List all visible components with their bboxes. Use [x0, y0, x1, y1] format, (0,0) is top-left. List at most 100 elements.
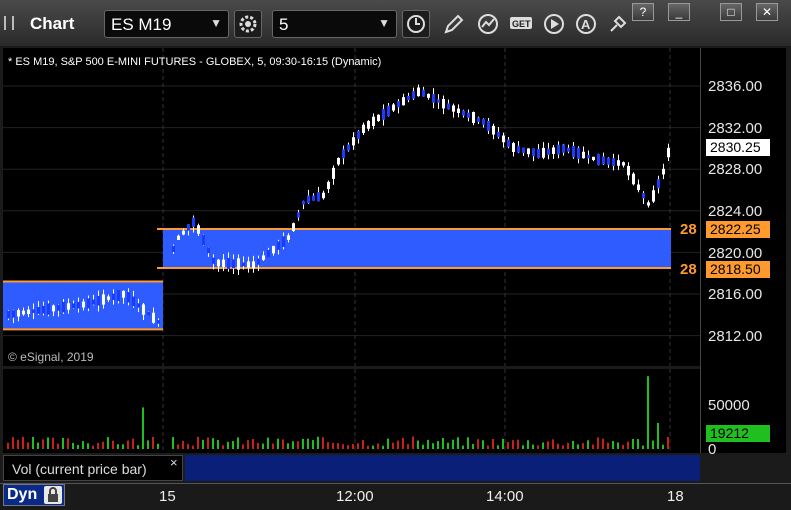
volume-bar: [42, 439, 44, 449]
price-chart-panel[interactable]: [3, 48, 700, 366]
volume-bar: [592, 444, 594, 449]
volume-bar: [122, 444, 124, 449]
study-button[interactable]: [474, 10, 502, 38]
candle-body: [637, 184, 640, 191]
candle-body: [607, 157, 610, 165]
candle-body: [247, 261, 250, 268]
candle-body: [562, 144, 565, 153]
play-button[interactable]: [540, 10, 568, 38]
close-study-icon[interactable]: ×: [170, 455, 178, 470]
volume-bar: [297, 441, 299, 449]
volume-bar: [412, 436, 414, 449]
volume-bar: [287, 443, 289, 449]
candle-body: [322, 192, 325, 199]
candle-body: [612, 158, 615, 166]
lower-level-tag: 2818.50: [706, 261, 770, 278]
volume-bar: [332, 442, 334, 449]
volume-bar: [532, 444, 534, 449]
price-tick: 2824.00: [708, 203, 763, 220]
candle-body: [567, 147, 570, 152]
volume-bar: [377, 443, 379, 449]
volume-bar: [52, 437, 54, 449]
volume-bar: [302, 438, 304, 449]
candle-body: [67, 303, 70, 310]
volume-bar: [262, 443, 264, 449]
time-tick: 18: [667, 488, 684, 505]
volume-bar: [72, 442, 74, 449]
candle-body: [12, 310, 15, 318]
candle-body: [642, 193, 645, 199]
volume-bar: [187, 444, 189, 449]
lower-level-label: 28: [680, 261, 697, 278]
candle-body: [387, 105, 390, 117]
candle-body: [357, 131, 360, 140]
volume-bar: [617, 442, 619, 449]
maximize-button[interactable]: □: [720, 3, 742, 21]
close-button[interactable]: ✕: [756, 3, 778, 21]
candle-body: [627, 165, 630, 176]
symbol-value: ES M19: [111, 15, 172, 34]
clock-button[interactable]: [402, 10, 430, 38]
candle-body: [492, 125, 495, 135]
symbol-select[interactable]: ES M19 ▼: [104, 10, 229, 38]
volume-bar: [562, 445, 564, 449]
pencil-icon: [444, 14, 464, 34]
candle-body: [47, 303, 50, 315]
candle-body: [327, 181, 330, 190]
draw-button[interactable]: [440, 10, 468, 38]
upper-level-tag: 2822.25: [706, 221, 770, 238]
candle-body: [212, 257, 215, 264]
link-icon: [610, 15, 627, 32]
candle-body: [437, 99, 440, 103]
volume-bar: [432, 443, 434, 449]
volume-bar: [32, 436, 34, 449]
clock-icon: [407, 15, 425, 33]
volume-bar: [77, 444, 79, 449]
candle-body: [582, 151, 585, 159]
volume-bar: [347, 445, 349, 449]
lock-button[interactable]: [44, 486, 62, 504]
volume-bar: [497, 445, 499, 449]
candle-body: [532, 148, 535, 157]
candle-body: [367, 120, 370, 129]
candle-body: [422, 89, 425, 97]
volume-bar: [342, 444, 344, 449]
get-button[interactable]: GET: [506, 10, 534, 38]
lock-icon: [48, 487, 58, 502]
alert-button[interactable]: A: [572, 10, 600, 38]
candle-body: [297, 212, 300, 218]
get-icon: GET: [510, 17, 532, 29]
candle-body: [157, 320, 160, 324]
volume-bar: [652, 440, 654, 449]
minimize-button[interactable]: _: [668, 3, 690, 21]
volume-bar: [232, 441, 234, 449]
volume-bar: [402, 437, 404, 449]
volume-bar: [112, 440, 114, 449]
volume-bar: [427, 439, 429, 449]
last-price-tag: 2830.25: [706, 139, 770, 156]
volume-bar: [382, 445, 384, 449]
candle-body: [467, 112, 470, 118]
candle-body: [537, 148, 540, 158]
volume-panel[interactable]: [3, 369, 700, 453]
candle-body: [617, 160, 620, 166]
volume-study-label[interactable]: Vol (current price bar): [3, 455, 183, 481]
volume-bar: [567, 442, 569, 449]
time-axis[interactable]: 15 12:00 14:00 18: [0, 483, 791, 510]
volume-bar: [447, 442, 449, 449]
symbol-description: * ES M19, S&P 500 E-MINI FUTURES - GLOBE…: [8, 56, 382, 68]
price-tick: 2816.00: [708, 286, 763, 303]
volume-bar: [647, 376, 649, 449]
price-chart-svg: [3, 48, 700, 366]
interval-select[interactable]: 5 ▼: [272, 10, 397, 38]
candle-body: [42, 305, 45, 314]
volume-bar: [607, 442, 609, 449]
link-button[interactable]: [604, 10, 632, 38]
candle-body: [512, 143, 515, 152]
help-button[interactable]: ?: [632, 3, 654, 21]
volume-bar: [422, 444, 424, 449]
gear-button[interactable]: [234, 10, 262, 38]
volume-bar: [57, 443, 59, 449]
volume-current-tag: 19212: [706, 425, 770, 442]
candle-body: [267, 249, 270, 258]
